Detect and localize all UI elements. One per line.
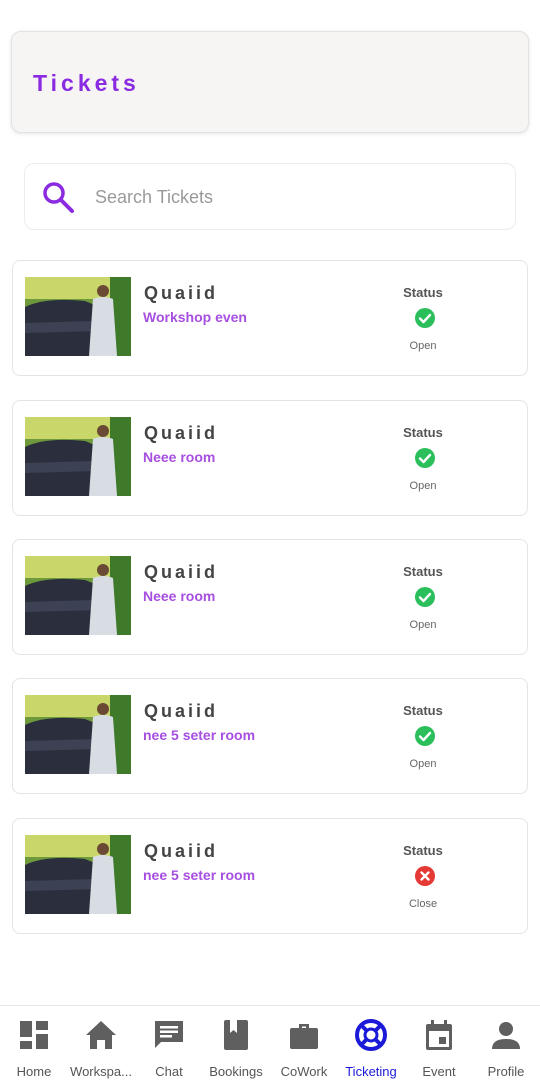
check-circle-icon xyxy=(415,587,435,607)
nav-item-cowork[interactable]: CoWork xyxy=(270,1006,338,1083)
status-label: Status xyxy=(403,564,443,579)
ticket-avatar xyxy=(25,835,131,914)
ticket-name: Quaiid xyxy=(144,423,219,443)
status-text: Open xyxy=(409,619,437,631)
nav-label: Chat xyxy=(155,1064,183,1079)
ticket-name: Quaiid xyxy=(144,283,219,303)
lifebuoy-icon xyxy=(355,1019,387,1051)
ticket-card[interactable]: Quaiid Neee room Status Open xyxy=(12,539,528,655)
ticket-subject: Workshop even xyxy=(143,309,247,325)
dashboard-icon xyxy=(20,1021,48,1049)
ticket-subject: Neee room xyxy=(143,449,216,465)
ticket-subject: Neee room xyxy=(143,588,216,604)
status-text: Open xyxy=(409,340,437,352)
nav-item-bookings[interactable]: Bookings xyxy=(202,1006,270,1083)
nav-label: Profile xyxy=(487,1064,525,1079)
page-title: Tickets xyxy=(33,70,140,96)
tickets-screen: Tickets Quaiid Workshop even Status xyxy=(0,0,540,1083)
ticket-card[interactable]: Quaiid nee 5 seter room Status Open xyxy=(12,678,528,794)
nav-item-event[interactable]: Event xyxy=(405,1006,473,1083)
nav-item-ticketing[interactable]: Ticketing xyxy=(337,1006,405,1083)
status-text: Close xyxy=(408,898,438,910)
check-circle-icon xyxy=(415,448,435,468)
nav-label: Workspa... xyxy=(70,1064,132,1079)
ticket-avatar xyxy=(25,556,131,635)
chat-icon xyxy=(155,1021,183,1048)
check-circle-icon xyxy=(415,308,435,328)
ticket-name: Quaiid xyxy=(144,562,219,582)
calendar-icon xyxy=(426,1020,452,1050)
close-circle-icon xyxy=(415,866,435,886)
nav-label: Event xyxy=(422,1064,456,1079)
ticket-avatar xyxy=(25,277,131,356)
nav-item-home[interactable]: Home xyxy=(0,1006,68,1083)
header-card: Tickets xyxy=(11,31,529,133)
ticket-avatar xyxy=(25,695,131,774)
search-bar[interactable] xyxy=(24,163,516,230)
nav-label: CoWork xyxy=(280,1064,328,1079)
status-label: Status xyxy=(403,703,443,718)
person-icon xyxy=(492,1022,520,1049)
status-label: Status xyxy=(403,285,443,300)
book-icon xyxy=(224,1020,248,1050)
nav-label: Ticketing xyxy=(345,1064,397,1079)
briefcase-icon xyxy=(290,1024,318,1049)
ticket-subject: nee 5 seter room xyxy=(143,867,256,883)
ticket-name: Quaiid xyxy=(144,841,219,861)
status-text: Open xyxy=(409,758,437,770)
ticket-card[interactable]: Quaiid nee 5 seter room Status Close xyxy=(12,818,528,934)
ticket-name: Quaiid xyxy=(144,701,219,721)
check-circle-icon xyxy=(415,726,435,746)
search-icon[interactable] xyxy=(41,180,75,214)
status-label: Status xyxy=(403,425,443,440)
home-icon xyxy=(86,1021,116,1049)
bottom-nav: Home Workspa... Chat Bookings CoWork Tic… xyxy=(0,1005,540,1083)
nav-label: Home xyxy=(16,1064,52,1079)
ticket-avatar xyxy=(25,417,131,496)
ticket-card[interactable]: Quaiid Neee room Status Open xyxy=(12,400,528,516)
nav-item-chat[interactable]: Chat xyxy=(135,1006,203,1083)
nav-label: Bookings xyxy=(209,1064,263,1079)
search-input[interactable] xyxy=(95,182,495,212)
nav-item-workspace[interactable]: Workspa... xyxy=(67,1006,135,1083)
status-label: Status xyxy=(403,843,443,858)
ticket-card[interactable]: Quaiid Workshop even Status Open xyxy=(12,260,528,376)
nav-item-profile[interactable]: Profile xyxy=(472,1006,540,1083)
status-text: Open xyxy=(409,480,437,492)
ticket-subject: nee 5 seter room xyxy=(143,727,256,743)
